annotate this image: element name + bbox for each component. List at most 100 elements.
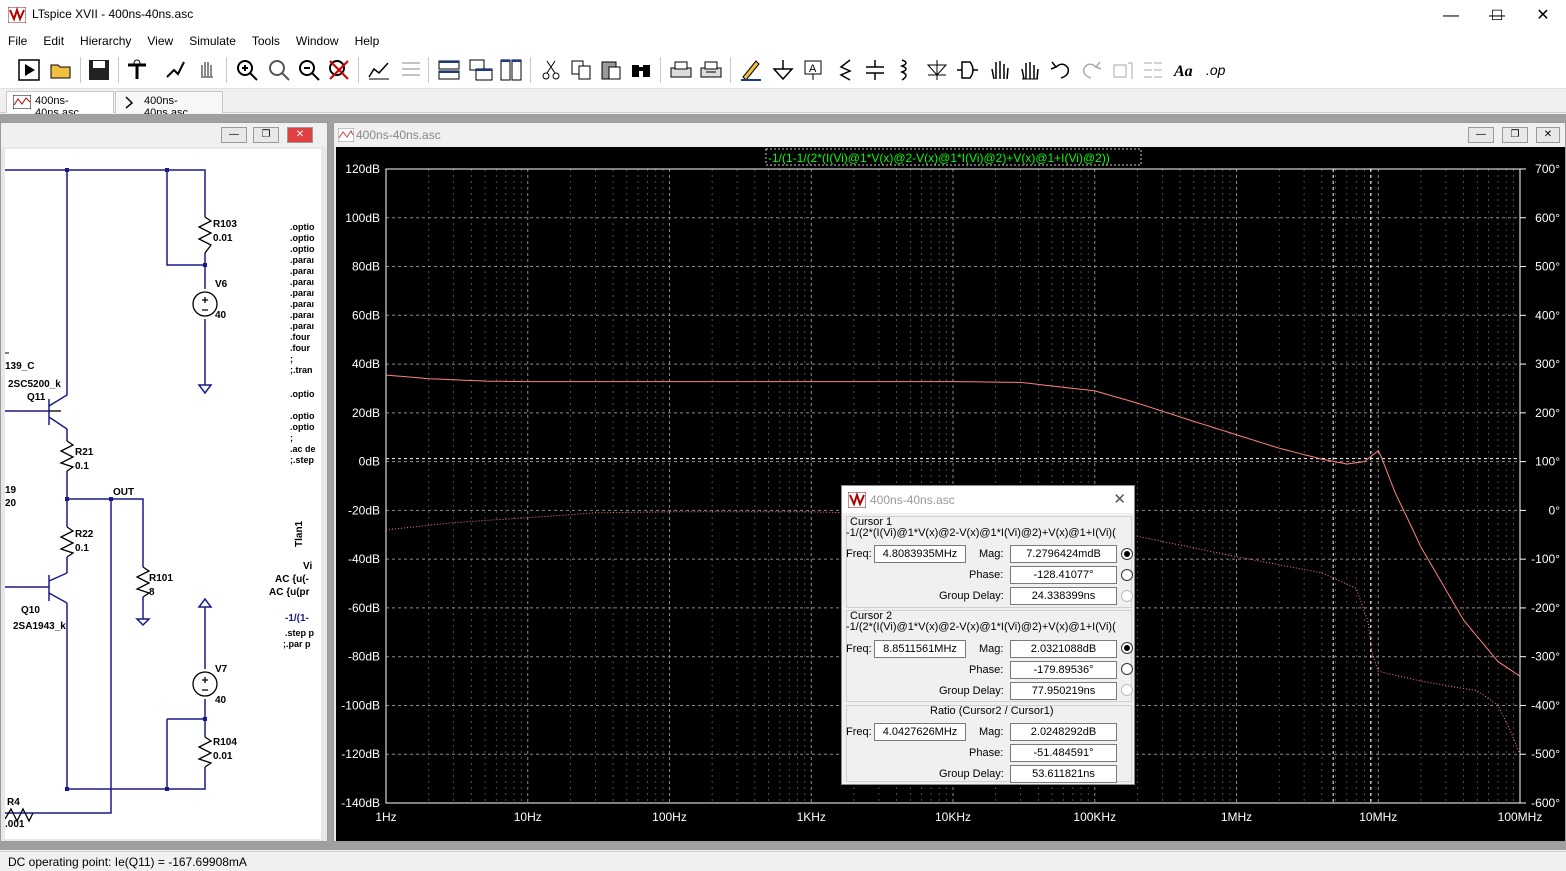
- x-tick-label: 1Hz: [375, 810, 396, 824]
- cursor2-group-delay-field[interactable]: 77.950219ns: [1010, 682, 1117, 700]
- cursor2-phase-field[interactable]: -179.89536°: [1010, 661, 1117, 679]
- cursor1-freq-label: Freq:: [846, 548, 872, 560]
- ratio-mag-field[interactable]: 2.0248292dB: [1010, 723, 1117, 741]
- cursor1-group-delay-radio[interactable]: [1121, 590, 1133, 602]
- ratio-freq-field[interactable]: 4.0427626MHz: [874, 723, 966, 741]
- cursor1-freq-field[interactable]: 4.8083935MHz: [874, 545, 966, 563]
- waveform-window-title: 400ns-40ns.asc: [356, 128, 441, 142]
- cursor1-mag-radio[interactable]: [1121, 548, 1133, 560]
- r21-value: 0.1: [75, 461, 89, 472]
- q11-label: Q11: [27, 392, 46, 403]
- menu-simulate[interactable]: Simulate: [181, 31, 244, 51]
- waveform-close-button[interactable]: ✕: [1536, 127, 1560, 143]
- component-icon[interactable]: [954, 57, 980, 83]
- grid-icon[interactable]: [398, 57, 424, 83]
- ratio-group-delay-field[interactable]: 53.611821ns: [1010, 765, 1117, 783]
- cursor2-phase-radio[interactable]: [1121, 663, 1133, 675]
- menu-view[interactable]: View: [139, 31, 181, 51]
- paste-icon[interactable]: [598, 57, 624, 83]
- diode-icon[interactable]: [924, 57, 950, 83]
- schematic-close-button[interactable]: ✕: [287, 127, 313, 143]
- x-tick-label: 100MHz: [1498, 810, 1543, 824]
- tab-schematic[interactable]: 400ns-40ns.asc: [115, 91, 223, 119]
- zoom-out-icon[interactable]: [296, 57, 322, 83]
- y-tick-label-right: 300°: [1535, 357, 1560, 371]
- cursor1-phase-field[interactable]: -128.41077°: [1010, 566, 1117, 584]
- maximize-window-button[interactable]: ☐: [1474, 0, 1520, 31]
- cursor2-mag-radio[interactable]: [1121, 642, 1133, 654]
- r19-value: 20: [5, 498, 17, 509]
- zoom-fit-icon[interactable]: [326, 57, 352, 83]
- drag-hand-icon[interactable]: [1016, 57, 1042, 83]
- run-button[interactable]: [16, 57, 42, 83]
- status-text: DC operating point: Ie(Q11) = -167.69908…: [8, 855, 247, 869]
- close-icon[interactable]: ✕: [1113, 490, 1126, 508]
- cursor1-group-delay-label: Group Delay:: [939, 590, 1004, 602]
- directive-line: .paraı: [290, 266, 314, 276]
- zoom-area-icon[interactable]: [266, 57, 292, 83]
- toolbar: A Aa .op: [0, 51, 1566, 89]
- q10-label: Q10: [21, 605, 40, 616]
- control-panel-icon[interactable]: [124, 57, 150, 83]
- inductor-icon[interactable]: [892, 57, 918, 83]
- trace-expression-label[interactable]: -1/(1-1/(2*(I(Vi)@1*V(x)@2-V(x)@1*I(Vi)@…: [768, 151, 1110, 165]
- probe-run-icon[interactable]: [162, 57, 188, 83]
- move-hand-icon[interactable]: [986, 57, 1012, 83]
- redo-icon[interactable]: [1078, 57, 1104, 83]
- waveform-restore-button[interactable]: ❐: [1502, 127, 1528, 143]
- undo-icon[interactable]: [1048, 57, 1074, 83]
- schematic-canvas[interactable]: R103 0.01 V6 40 139_C 2SC5200_k Q11 R21 …: [5, 149, 321, 839]
- cursor1-mag-field[interactable]: 7.2796424mdB: [1010, 545, 1117, 563]
- y-tick-label-left: -80dB: [348, 650, 380, 664]
- label-net-icon[interactable]: A: [800, 57, 826, 83]
- ratio-phase-field[interactable]: -51.484591°: [1010, 744, 1117, 762]
- mirror-icon[interactable]: [1140, 57, 1166, 83]
- menu-edit[interactable]: Edit: [35, 31, 72, 51]
- par-directive: ;.par p: [283, 639, 311, 649]
- open-folder-icon[interactable]: [48, 57, 74, 83]
- resistor-icon[interactable]: [832, 57, 858, 83]
- zoom-in-icon[interactable]: [234, 57, 260, 83]
- directive-line: .paraı: [290, 288, 314, 298]
- menu-help[interactable]: Help: [347, 31, 388, 51]
- copy-icon[interactable]: [568, 57, 594, 83]
- print-preview-icon[interactable]: [698, 57, 724, 83]
- menu-window[interactable]: Window: [288, 31, 347, 51]
- pan-hand-icon[interactable]: [194, 57, 220, 83]
- ground-icon[interactable]: [770, 57, 796, 83]
- autorange-icon[interactable]: [366, 57, 392, 83]
- ratio-phase-label: Phase:: [969, 747, 1004, 759]
- tline-label: Tlan1: [294, 520, 305, 547]
- y-tick-label-right: -300°: [1531, 650, 1560, 664]
- minimize-window-button[interactable]: —: [1428, 0, 1474, 31]
- menu-hierarchy[interactable]: Hierarchy: [72, 31, 139, 51]
- text-icon[interactable]: Aa: [1172, 57, 1198, 83]
- schematic-restore-button[interactable]: ❐: [253, 127, 279, 143]
- tab-waveform[interactable]: 400ns-40ns.asc: [6, 91, 114, 119]
- waveform-minimize-button[interactable]: —: [1468, 127, 1494, 143]
- tile-horizontal-icon[interactable]: [436, 57, 462, 83]
- x-tick-label: 100KHz: [1073, 810, 1116, 824]
- rotate-icon[interactable]: [1110, 57, 1136, 83]
- tile-vertical-icon[interactable]: [498, 57, 524, 83]
- save-icon[interactable]: [86, 57, 112, 83]
- cut-icon[interactable]: [538, 57, 564, 83]
- cursor2-freq-field[interactable]: 8.8511561MHz: [874, 640, 966, 658]
- r4-label: R4: [7, 797, 20, 808]
- menu-file[interactable]: File: [0, 31, 35, 51]
- y-tick-label-right: -600°: [1531, 796, 1560, 810]
- cursor1-phase-radio[interactable]: [1121, 569, 1133, 581]
- toolbar-separator: [530, 57, 531, 83]
- menu-tools[interactable]: Tools: [244, 31, 288, 51]
- schematic-minimize-button[interactable]: —: [221, 127, 247, 143]
- cursor1-group-delay-field[interactable]: 24.338399ns: [1010, 587, 1117, 605]
- find-binoculars-icon[interactable]: [628, 57, 654, 83]
- capacitor-icon[interactable]: [862, 57, 888, 83]
- cursor2-mag-field[interactable]: 2.0321088dB: [1010, 640, 1117, 658]
- print-icon[interactable]: [668, 57, 694, 83]
- cascade-icon[interactable]: [468, 57, 494, 83]
- cursor2-group-delay-radio[interactable]: [1121, 684, 1133, 696]
- draw-wire-pencil-icon[interactable]: [738, 57, 764, 83]
- spice-directive-icon[interactable]: .op: [1204, 57, 1230, 83]
- close-window-button[interactable]: ✕: [1520, 0, 1566, 31]
